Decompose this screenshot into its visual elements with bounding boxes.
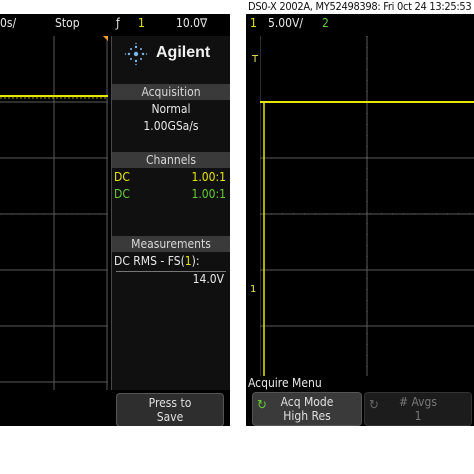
ch1-coupling: DC (114, 170, 130, 184)
softkey-bar-right: Acquire Menu ↻ Acq Mode High Res ↻ # Avg… (246, 376, 474, 426)
acquisition-header[interactable]: Acquisition (112, 84, 230, 100)
rotate-knob-icon: ↻ (257, 398, 267, 413)
trigger-level[interactable]: 10.0∇ (176, 16, 207, 30)
ch1-indicator[interactable]: 1 (250, 16, 257, 30)
channels-header[interactable]: Channels (112, 152, 230, 168)
rotate-knob-icon: ↻ (369, 398, 379, 413)
sample-rate: 1.00GSa/s (143, 119, 199, 133)
trigger-edge-icon: ƒ (116, 16, 120, 30)
scope-screen-left: 0s/ Stop ƒ 1 10.0∇ Agilent Acquisition N… (0, 14, 230, 426)
trigger-marker-icon (103, 36, 108, 41)
acquisition-mode: Normal (151, 102, 191, 116)
waveform-graticule-right[interactable] (260, 36, 474, 390)
measurement-label: DC RMS - FS(1): (114, 254, 200, 268)
scope-screen-right: 1 5.00V/ 2 T 1 Acquire Menu ↻ Acq Mode H… (246, 14, 474, 426)
vertical-scale[interactable]: 5.00V/ (268, 16, 303, 30)
softkey-bar-left: Press to Save (0, 390, 230, 426)
ch2-coupling: DC (114, 187, 130, 201)
ch2-indicator[interactable]: 2 (322, 16, 329, 30)
measurements-header[interactable]: Measurements (112, 236, 230, 252)
ch1-ground-marker[interactable]: 1 (250, 284, 256, 295)
trigger-channel: 1 (138, 16, 145, 30)
brand-name: Agilent (156, 44, 211, 61)
waveform-graticule-left[interactable] (0, 36, 108, 390)
measurement-value: 14.0V (192, 272, 224, 286)
timebase-scale[interactable]: 0s/ (0, 16, 16, 30)
brand-logo: Agilent (112, 36, 230, 70)
ch1-probe-ratio: 1.00:1 (191, 170, 226, 184)
avgs-count-button[interactable]: ↻ # Avgs 1 (364, 392, 472, 426)
acq-mode-button[interactable]: ↻ Acq Mode High Res (252, 392, 362, 426)
status-bar-right: 1 5.00V/ 2 (246, 14, 474, 34)
window-caption: DS0-X 2002A, MY52498398: Fri 0ct 24 13:2… (248, 0, 474, 13)
acquire-menu-label: Acquire Menu (248, 376, 322, 390)
press-to-save-button[interactable]: Press to Save (116, 393, 224, 426)
status-bar-left: 0s/ Stop ƒ 1 10.0∇ (0, 14, 230, 34)
ch2-probe-ratio: 1.00:1 (191, 187, 226, 201)
trigger-position-marker[interactable]: T (252, 54, 258, 65)
agilent-spark-icon (124, 42, 148, 66)
run-state-label[interactable]: Stop (55, 16, 80, 30)
info-panel: Agilent Acquisition Normal 1.00GSa/s Cha… (111, 36, 230, 390)
